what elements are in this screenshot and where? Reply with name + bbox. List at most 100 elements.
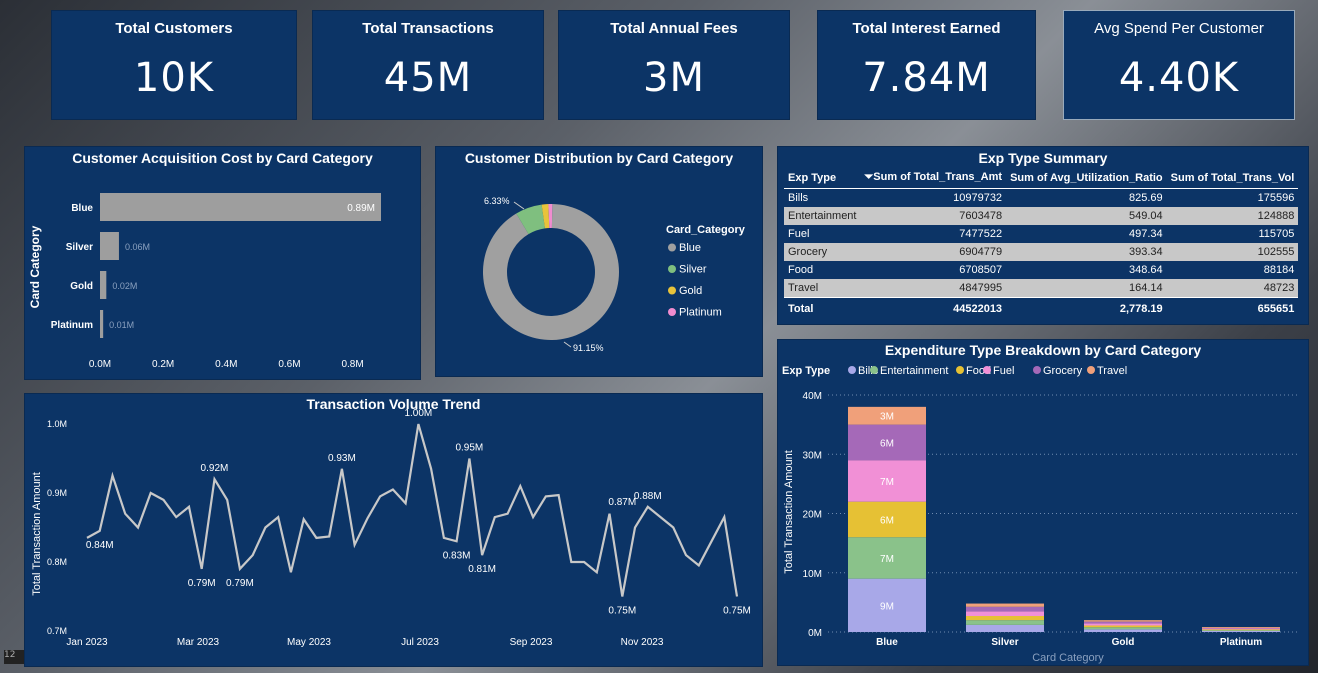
data-label: 9M (880, 601, 894, 612)
table-cell: 164.14 (1006, 279, 1167, 298)
table-cell: 10979732 (953, 192, 1003, 204)
x-tick-label: 0.0M (89, 359, 111, 370)
bar-segment (1084, 620, 1162, 622)
data-label: 91.15% (573, 343, 604, 353)
table-cell: 124888 (1166, 207, 1299, 225)
data-label: 0.89M (347, 203, 375, 214)
x-tick-label: Nov 2023 (621, 637, 664, 648)
column-header[interactable]: Exp Type (784, 167, 861, 189)
table-cell: Grocery (784, 243, 861, 261)
column-header-label: Sum of Total_Trans_Amt (873, 171, 1003, 183)
table-cell: 115705 (1258, 228, 1295, 240)
data-label: 6.33% (484, 196, 510, 206)
kpi-value: 4.40K (1118, 55, 1240, 101)
data-label: 0.81M (468, 564, 496, 575)
table-total-row: Total 44522013 2,778.19 655651 (784, 297, 1299, 318)
data-label: 0.75M (608, 606, 636, 617)
kpi-card-total-interest-earned: Total Interest Earned 7.84M (817, 10, 1036, 120)
kpi-value: 45M (383, 55, 473, 101)
trend-chart-panel[interactable]: Transaction Volume Trend Total Transacti… (24, 393, 763, 667)
table-cell: 48723 (1166, 279, 1299, 298)
x-tick-label: Sep 2023 (510, 637, 553, 648)
bar (100, 310, 104, 338)
table-row: Food 6708507 348.64 88184 (784, 261, 1298, 279)
column-header[interactable]: Sum of Total_Trans_Vol (1166, 167, 1299, 189)
bar-segment (966, 616, 1044, 621)
legend-label: Travel (1097, 365, 1127, 377)
y-tick-label: Silver (66, 242, 93, 253)
legend-label: Blue (679, 242, 701, 254)
legend-label: Fuel (993, 365, 1014, 377)
table-cell: Fuel (788, 228, 810, 240)
bar-segment (1084, 623, 1162, 626)
column-header[interactable]: Sum of Avg_Utilization_Ratio (1006, 167, 1167, 189)
data-label: 6M (880, 438, 894, 449)
kpi-title: Total Customers (115, 20, 233, 37)
table-cell: 549.04 (1006, 207, 1167, 225)
table-cell: Total (784, 297, 861, 318)
x-tick-label: May 2023 (287, 637, 331, 648)
legend-label: Grocery (1043, 365, 1083, 377)
exp-type-summary-panel: Exp Type Summary Exp Type ⏷Sum of Total_… (777, 146, 1309, 325)
y-tick-label: 0.7M (47, 626, 67, 636)
table-cell: 348.64 (1129, 264, 1163, 276)
legend-label: Platinum (679, 307, 722, 319)
bar-segment (1084, 627, 1162, 630)
cac-chart: Card Category Blue 0.89M Silver 0.06M Gold 0.0… (28, 193, 381, 370)
bar (100, 271, 107, 299)
kpi-title: Total Interest Earned (852, 20, 1001, 37)
column-header-sorted[interactable]: ⏷Sum of Total_Trans_Amt (860, 167, 1007, 189)
x-tick-label: Silver (991, 637, 1018, 648)
data-label: 6M (880, 515, 894, 526)
cac-chart-panel[interactable]: Customer Acquisition Cost by Card Catego… (24, 146, 421, 380)
x-tick-label: 0.2M (152, 359, 174, 370)
table-cell: 2,778.19 (1006, 297, 1167, 318)
legend-swatch (1033, 366, 1041, 374)
x-tick-label: Jan 2023 (66, 637, 108, 648)
y-tick-label: Gold (70, 281, 93, 292)
table-cell: 6904779 (860, 243, 1007, 261)
x-tick-label: Platinum (1220, 637, 1262, 648)
bar-segment (1084, 629, 1162, 632)
y-tick-label: 40M (803, 391, 822, 402)
table-title: Exp Type Summary (978, 150, 1108, 166)
legend-label: Entertainment (880, 365, 948, 377)
table-cell: 175596 (1257, 192, 1295, 204)
data-label: 0.92M (201, 463, 229, 474)
summary-table: Exp Type ⏷Sum of Total_Trans_Amt Sum of … (784, 167, 1299, 318)
bar (100, 232, 119, 260)
y-axis-label: Total Transaction Amount (783, 450, 795, 574)
legend-swatch (1087, 366, 1095, 374)
kpi-card-total-customers: Total Customers 10K (51, 10, 297, 120)
table-cell: 44522013 (860, 297, 1007, 318)
x-tick-label: 0.8M (341, 359, 363, 370)
legend-title: Exp Type (782, 365, 830, 377)
table-cell: Bills (788, 192, 809, 204)
y-tick-label: 0M (808, 628, 822, 639)
distribution-chart-panel[interactable]: Customer Distribution by Card Category 9… (435, 146, 763, 377)
breakdown-chart-panel[interactable]: Expenditure Type Breakdown by Card Categ… (777, 339, 1309, 666)
leader-line (563, 341, 572, 348)
bar-segment (1202, 627, 1280, 629)
table-cell: 7477522 (959, 228, 1003, 240)
bar-segment (966, 611, 1044, 617)
legend-label: Gold (679, 285, 702, 297)
data-label: 0.88M (634, 491, 662, 502)
table-cell: 497.34 (1129, 228, 1163, 240)
x-axis-label: Card Category (1032, 652, 1104, 664)
kpi-card-avg-spend: Avg Spend Per Customer 4.40K (1063, 10, 1295, 120)
kpi-title: Total Annual Fees (610, 20, 738, 37)
bar-segment (966, 606, 1044, 612)
data-label: 1.00M (404, 408, 432, 419)
table-cell: 393.34 (1006, 243, 1167, 261)
data-label: 0.75M (723, 606, 751, 617)
data-label: 0.87M (608, 497, 636, 508)
x-tick-label: 0.6M (278, 359, 300, 370)
table-row: Entertainment 7603478 549.04 124888 (784, 207, 1299, 225)
kpi-value: 7.84M (862, 55, 991, 101)
x-tick-label: Mar 2023 (177, 637, 220, 648)
x-tick-label: 0.4M (215, 359, 237, 370)
data-label: 0.02M (112, 281, 137, 291)
distribution-chart: 91.15% 6.33% Card_Category Blue Silver Gold Pl… (483, 196, 746, 353)
bar-segment (966, 624, 1044, 632)
